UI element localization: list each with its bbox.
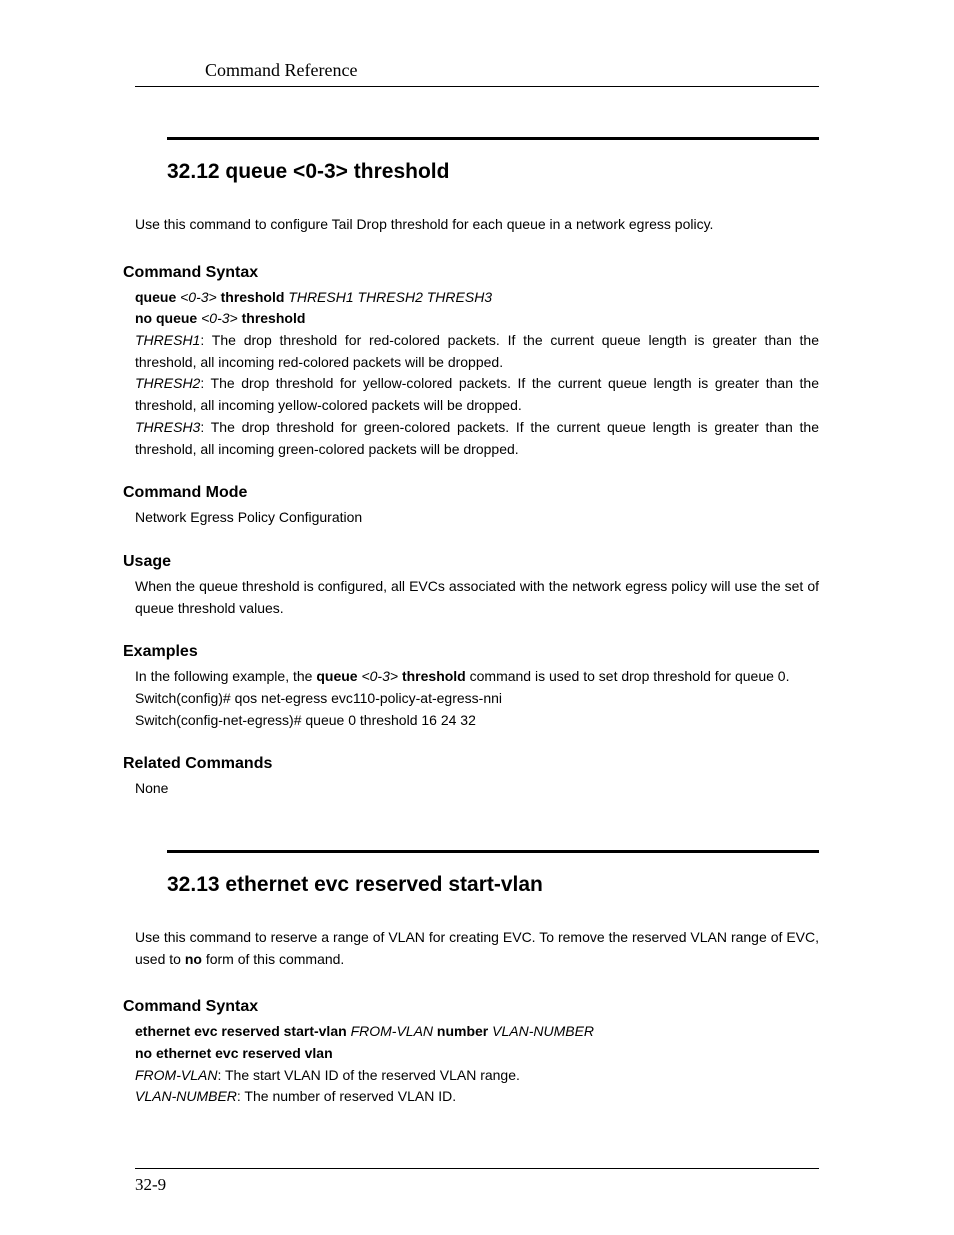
examples-block: Examples In the following example, the q… (135, 643, 819, 731)
text: no queue (135, 310, 201, 326)
related-block: Related Commands None (135, 755, 819, 800)
cli-line-2: Switch(config-net-egress)# queue 0 thres… (135, 710, 819, 732)
command-mode-body: Network Egress Policy Configuration (135, 507, 819, 529)
section-rule (167, 137, 819, 140)
usage-body: When the queue threshold is configured, … (135, 576, 819, 619)
related-body: None (135, 778, 819, 800)
text: threshold (242, 310, 306, 326)
text: queue (135, 289, 180, 305)
examples-heading: Examples (123, 643, 819, 661)
command-syntax-heading: Command Syntax (123, 264, 819, 282)
from-vlan-desc: FROM-VLAN: The start VLAN ID of the rese… (135, 1065, 819, 1087)
text: THRESH1 THRESH2 THRESH3 (288, 289, 492, 305)
section-rule (167, 850, 819, 853)
text: VLAN-NUMBER (135, 1088, 237, 1104)
text: threshold (221, 289, 289, 305)
section-heading-32-13: 32.13 ethernet evc reserved start-vlan (167, 873, 819, 897)
text: : The drop threshold for yellow-colored … (135, 375, 819, 413)
intro-paragraph: Use this command to configure Tail Drop … (135, 214, 819, 236)
text: THRESH2 (135, 375, 200, 391)
text: FROM-VLAN (351, 1023, 437, 1039)
vlan-number-desc: VLAN-NUMBER: The number of reserved VLAN… (135, 1086, 819, 1108)
text: command is used to set drop threshold fo… (470, 668, 790, 684)
command-syntax-heading-2: Command Syntax (123, 998, 819, 1016)
page: Command Reference 32.12 queue <0-3> thre… (0, 0, 954, 1235)
text: no (185, 951, 202, 967)
text: VLAN-NUMBER (492, 1023, 594, 1039)
text: THRESH3 (135, 419, 200, 435)
text: : The start VLAN ID of the reserved VLAN… (217, 1067, 519, 1083)
cli-line-1: Switch(config)# qos net-egress evc110-po… (135, 688, 819, 710)
syntax-line-1: queue <0-3> threshold THRESH1 THRESH2 TH… (135, 287, 819, 309)
usage-block: Usage When the queue threshold is config… (135, 553, 819, 619)
text: threshold (402, 668, 470, 684)
text: <0-3> (361, 668, 401, 684)
text: form of this command. (202, 951, 344, 967)
related-heading: Related Commands (123, 755, 819, 773)
footer-rule (135, 1168, 819, 1169)
examples-intro: In the following example, the queue <0-3… (135, 666, 819, 688)
usage-heading: Usage (123, 553, 819, 571)
footer: 32-9 (135, 1168, 819, 1195)
running-head: Command Reference (135, 60, 819, 87)
text: In the following example, the (135, 668, 316, 684)
thresh3-desc: THRESH3: The drop threshold for green-co… (135, 417, 819, 460)
text: FROM-VLAN (135, 1067, 217, 1083)
thresh1-desc: THRESH1: The drop threshold for red-colo… (135, 330, 819, 373)
text: <0-3> (180, 289, 220, 305)
text: : The number of reserved VLAN ID. (237, 1088, 456, 1104)
thresh2-desc: THRESH2: The drop threshold for yellow-c… (135, 373, 819, 416)
text: : The drop threshold for green-colored p… (135, 419, 819, 457)
text: number (437, 1023, 492, 1039)
text: queue (316, 668, 361, 684)
syntax-line-1b: ethernet evc reserved start-vlan FROM-VL… (135, 1021, 819, 1043)
syntax-line-2b: no ethernet evc reserved vlan (135, 1043, 819, 1065)
text: <0-3> (201, 310, 241, 326)
command-mode-block: Command Mode Network Egress Policy Confi… (135, 484, 819, 529)
syntax-line-2: no queue <0-3> threshold (135, 308, 819, 330)
command-syntax-block: Command Syntax queue <0-3> threshold THR… (135, 264, 819, 461)
intro-paragraph-2: Use this command to reserve a range of V… (135, 927, 819, 970)
page-number: 32-9 (135, 1175, 819, 1195)
text: : The drop threshold for red-colored pac… (135, 332, 819, 370)
command-syntax-block-2: Command Syntax ethernet evc reserved sta… (135, 998, 819, 1108)
command-mode-heading: Command Mode (123, 484, 819, 502)
text: THRESH1 (135, 332, 200, 348)
text: ethernet evc reserved start-vlan (135, 1023, 351, 1039)
section-heading-32-12: 32.12 queue <0-3> threshold (167, 160, 819, 184)
